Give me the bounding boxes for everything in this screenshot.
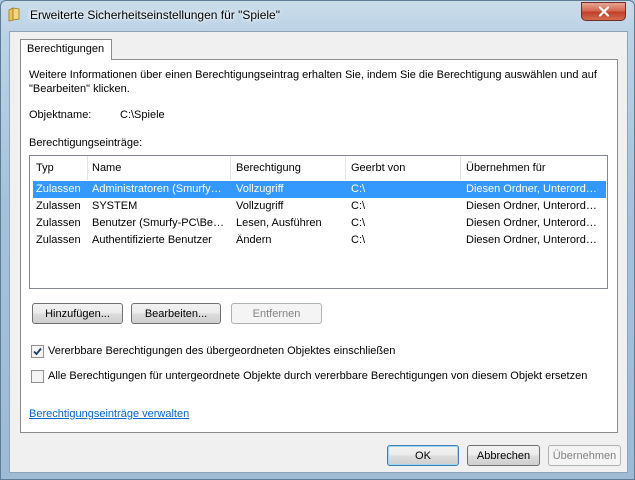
column-separator[interactable]	[230, 156, 231, 180]
column-header-geerbt-von[interactable]: Geerbt von	[351, 162, 405, 174]
apply-button[interactable]: Übernehmen	[548, 445, 621, 466]
cell-uebernehmen-fuer: Diesen Ordner, Unterord…	[466, 200, 597, 212]
inherit-checkbox-label[interactable]: Vererbbare Berechtigungen des übergeordn…	[48, 345, 395, 357]
column-header-uebernehmen-fuer[interactable]: Übernehmen für	[466, 162, 546, 174]
ok-button[interactable]: OK	[387, 445, 459, 466]
column-header-berechtigung[interactable]: Berechtigung	[236, 162, 301, 174]
inherit-checkbox[interactable]	[31, 345, 44, 358]
manage-entries-link[interactable]: Berechtigungseinträge verwalten	[29, 408, 189, 420]
close-button[interactable]	[581, 2, 626, 21]
cell-name: Authentifizierte Benutzer	[92, 234, 212, 246]
cell-berechtigung: Vollzugriff	[236, 183, 284, 195]
tab-panel: Weitere Informationen über einen Berecht…	[20, 59, 618, 433]
folder-icon	[8, 7, 20, 22]
cell-geerbt-von: C:\	[351, 200, 366, 212]
cell-typ: Zulassen	[36, 217, 81, 229]
column-separator[interactable]	[345, 156, 346, 180]
replace-child-permissions-checkbox[interactable]	[31, 370, 44, 383]
cell-name: Benutzer (Smurfy-PC\Be…	[92, 217, 225, 229]
cell-berechtigung: Vollzugriff	[236, 200, 284, 212]
entries-label: Berechtigungseinträge:	[29, 137, 143, 149]
cell-geerbt-von: C:\	[351, 234, 366, 246]
cell-uebernehmen-fuer: Diesen Ordner, Unterord…	[466, 183, 597, 195]
cell-geerbt-von: C:\	[351, 217, 366, 229]
dialog-client-area: Berechtigungen Weitere Informationen übe…	[9, 31, 628, 473]
cell-uebernehmen-fuer: Diesen Ordner, Unterord…	[466, 234, 597, 246]
replace-child-permissions-label[interactable]: Alle Berechtigungen für untergeordnete O…	[48, 370, 587, 382]
cell-name: SYSTEM	[92, 200, 138, 212]
cell-berechtigung: Ändern	[236, 234, 272, 246]
close-icon	[598, 6, 610, 17]
object-name-value: C:\Spiele	[120, 109, 165, 121]
cell-berechtigung: Lesen, Ausführen	[236, 217, 322, 229]
table-row[interactable]: Zulassen Benutzer (Smurfy-PC\Be… Lesen, …	[33, 215, 606, 232]
tab-berechtigungen[interactable]: Berechtigungen	[20, 39, 112, 60]
column-separator[interactable]	[87, 156, 88, 180]
window-title: Erweiterte Sicherheitseinstellungen für …	[30, 8, 280, 22]
checkmark-icon	[33, 347, 42, 356]
table-row[interactable]: Zulassen Administratoren (Smurfy… Vollzu…	[33, 181, 606, 198]
cell-uebernehmen-fuer: Diesen Ordner, Unterord…	[466, 217, 597, 229]
remove-button[interactable]: Entfernen	[231, 303, 322, 324]
title-bar[interactable]: Erweiterte Sicherheitseinstellungen für …	[1, 1, 634, 29]
cell-typ: Zulassen	[36, 234, 81, 246]
list-header: Typ Name Berechtigung Geerbt von Überneh…	[30, 156, 607, 180]
cell-geerbt-von: C:\	[351, 183, 366, 195]
cancel-button[interactable]: Abbrechen	[467, 445, 540, 466]
add-button[interactable]: Hinzufügen...	[32, 303, 123, 324]
table-row[interactable]: Zulassen Authentifizierte Benutzer Änder…	[33, 232, 606, 249]
object-name-label: Objektname:	[29, 109, 92, 121]
permission-entries-list[interactable]: Typ Name Berechtigung Geerbt von Überneh…	[29, 155, 608, 289]
column-header-name[interactable]: Name	[92, 162, 121, 174]
dialog-window: Erweiterte Sicherheitseinstellungen für …	[0, 0, 635, 480]
edit-button[interactable]: Bearbeiten...	[131, 303, 221, 324]
cell-name: Administratoren (Smurfy…	[92, 183, 222, 195]
table-row[interactable]: Zulassen SYSTEM Vollzugriff C:\ Diesen O…	[33, 198, 606, 215]
column-separator[interactable]	[460, 156, 461, 180]
cell-typ: Zulassen	[36, 200, 81, 212]
cell-typ: Zulassen	[36, 183, 81, 195]
column-header-typ[interactable]: Typ	[36, 162, 54, 174]
info-text: Weitere Informationen über einen Berecht…	[29, 69, 597, 95]
